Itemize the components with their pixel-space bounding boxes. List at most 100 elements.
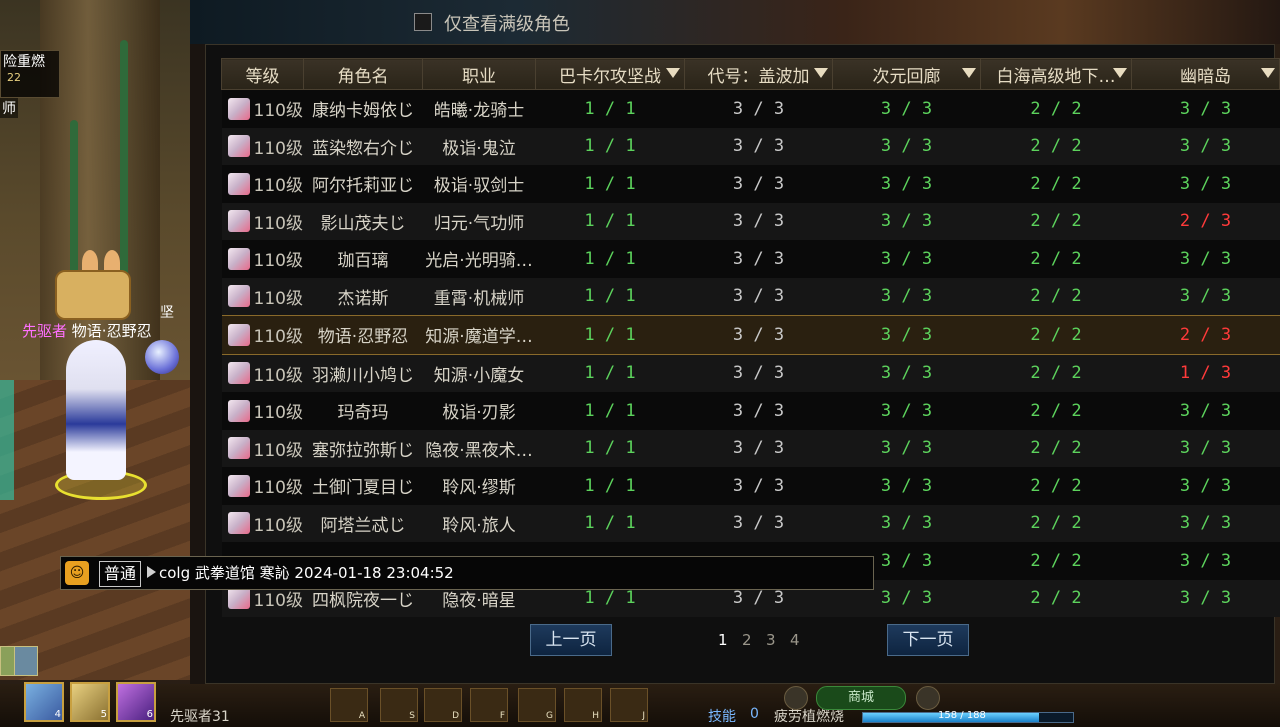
portal-glow	[0, 380, 14, 500]
header-level[interactable]: 等级	[221, 58, 304, 90]
character-avatar-icon	[227, 247, 250, 270]
dropdown-arrow-icon[interactable]	[814, 68, 828, 78]
dungeon-info: 险重燃 22	[0, 50, 60, 98]
character-avatar-icon	[227, 97, 250, 120]
cell-dungeon-2: 3 / 3	[684, 165, 833, 203]
table-row[interactable]: 110级 玛奇玛 极诣·刃影 1 / 13 / 33 / 32 / 23 / 3	[221, 392, 1280, 430]
skill-key: F	[499, 711, 505, 721]
job-fragment: 师	[0, 98, 18, 118]
full-level-only-label[interactable]: 仅查看满级角色	[444, 10, 570, 36]
header-dungeon-4[interactable]: 白海高级地下…	[980, 58, 1132, 90]
cell-dungeon-4: 2 / 2	[980, 165, 1132, 203]
table-row[interactable]: 110级 影山茂夫じ 归元·气功师 1 / 13 / 33 / 32 / 22 / 3	[221, 202, 1280, 240]
cell-job: 知源·小魔女	[422, 354, 536, 392]
table-row[interactable]: 110级 蓝染惣右介じ 极诣·鬼泣 1 / 13 / 33 / 32 / 23 / 3	[221, 127, 1280, 165]
grid-menu-button[interactable]	[916, 686, 940, 710]
header-dungeon-2-label: 代号：盖波加	[707, 66, 810, 87]
chat-channel[interactable]: 普通	[99, 561, 142, 587]
skill-key: H	[592, 711, 599, 721]
cell-dungeon-1: 1 / 1	[535, 127, 685, 165]
skill-label[interactable]: 技能	[708, 706, 736, 726]
level-text: 110级	[253, 176, 303, 197]
header-dungeon-3-label: 次元回廊	[872, 66, 941, 87]
header-dungeon-3[interactable]: 次元回廊	[832, 58, 981, 90]
cell-job: 极诣·刃影	[422, 392, 536, 430]
player-name: 物语·忍野忍	[71, 322, 152, 340]
page-4[interactable]: 4	[790, 631, 814, 649]
cell-dungeon-3: 3 / 3	[832, 202, 981, 240]
skill-slot-f[interactable]: F	[470, 688, 508, 722]
table-row[interactable]: 110级 物语·忍野忍 知源·魔道学… 1 / 13 / 33 / 32 / 22 /…	[221, 315, 1280, 355]
header-dungeon-5[interactable]: 幽暗岛	[1131, 58, 1280, 90]
crystal-orb	[145, 340, 179, 374]
table-row[interactable]: 110级 珈百璃 光启·光明骑… 1 / 13 / 33 / 32 / 23 / 3	[221, 240, 1280, 278]
table-row[interactable]: 110级 羽濑川小鸠じ 知源·小魔女 1 / 13 / 33 / 32 / 21 / …	[221, 354, 1280, 392]
dropdown-arrow-icon[interactable]	[962, 68, 976, 78]
table-row[interactable]: 110级 康纳卡姆依じ 皓曦·龙骑士 1 / 13 / 33 / 32 / 23 / …	[221, 89, 1280, 128]
level-text: 110级	[253, 138, 303, 159]
cell-name: 蓝染惣右介じ	[303, 127, 423, 165]
cell-job: 聆风·旅人	[422, 504, 536, 542]
cell-dungeon-1: 1 / 1	[535, 504, 685, 542]
chat-emote-icon[interactable]: ☺	[65, 561, 89, 585]
dropdown-arrow-icon[interactable]	[1113, 68, 1127, 78]
level-text: 110级	[253, 327, 303, 348]
player-nameplate: 先驱者 物语·忍野忍	[22, 320, 152, 341]
skill-slot-j[interactable]: J	[610, 688, 648, 722]
cell-dungeon-5: 2 / 3	[1131, 202, 1280, 240]
table-row[interactable]: 110级 阿尔托莉亚じ 极诣·驭剑士 1 / 13 / 33 / 32 / 23 / …	[221, 165, 1280, 203]
skill-slot-g[interactable]: G	[518, 688, 556, 722]
cell-dungeon-2: 3 / 3	[684, 467, 833, 505]
vine	[120, 40, 128, 280]
page-1[interactable]: 1	[718, 631, 742, 649]
dropdown-arrow-icon[interactable]	[666, 68, 680, 78]
cell-dungeon-3: 3 / 3	[832, 392, 981, 430]
cell-dungeon-2: 3 / 3	[684, 89, 833, 128]
level-text: 110级	[253, 403, 303, 424]
cell-dungeon-5: 3 / 3	[1131, 467, 1280, 505]
table-row[interactable]: 110级 阿塔兰忒じ 聆风·旅人 1 / 13 / 33 / 32 / 23 / 3	[221, 504, 1280, 542]
skill-slot-a[interactable]: A	[330, 688, 368, 722]
buff-icon	[14, 646, 38, 676]
header-name[interactable]: 角色名	[303, 58, 423, 90]
table-row[interactable]: 110级 土御门夏目じ 聆风·缪斯 1 / 13 / 33 / 32 / 23 / 3	[221, 467, 1280, 505]
cell-name: 康纳卡姆依じ	[303, 89, 423, 128]
skill-slot-s[interactable]: S	[380, 688, 418, 722]
next-page-button[interactable]: 下一页	[887, 624, 969, 656]
level-text: 110级	[253, 101, 303, 122]
item-slot-5[interactable]: 5	[70, 682, 110, 722]
cell-name: 物语·忍野忍	[303, 315, 423, 355]
chat-bar[interactable]: ☺ 普通 colg 武拳道馆 寒訫 2024-01-18 23:04:52	[60, 556, 874, 590]
header-dungeon-1[interactable]: 巴卡尔攻坚战	[535, 58, 685, 90]
header-dungeon-2[interactable]: 代号：盖波加	[684, 58, 833, 90]
skill-key: G	[546, 711, 553, 721]
character-avatar-icon	[227, 437, 250, 460]
skill-slot-h[interactable]: H	[564, 688, 602, 722]
menu-round-button[interactable]	[784, 686, 808, 710]
cell-dungeon-1: 1 / 1	[535, 429, 685, 467]
page-3[interactable]: 3	[766, 631, 790, 649]
table-row[interactable]: 110级 杰诺斯 重霄·机械师 1 / 13 / 33 / 32 / 23 / 3	[221, 277, 1280, 316]
cell-job: 聆风·缪斯	[422, 467, 536, 505]
player-character[interactable]	[66, 340, 126, 480]
header-job[interactable]: 职业	[422, 58, 536, 90]
item-slot-4[interactable]: 4	[24, 682, 64, 722]
cell-dungeon-4: 2 / 2	[980, 429, 1132, 467]
full-level-only-checkbox[interactable]	[414, 13, 432, 31]
dropdown-arrow-icon[interactable]	[1261, 68, 1275, 78]
character-avatar-icon	[227, 135, 250, 158]
character-avatar-icon	[227, 285, 250, 308]
cell-dungeon-5: 3 / 3	[1131, 579, 1280, 617]
slot-key: 6	[146, 709, 153, 720]
cell-dungeon-1: 1 / 1	[535, 354, 685, 392]
table-row[interactable]: 110级 塞弥拉弥斯じ 隐夜·黑夜术… 1 / 13 / 33 / 32 / 23 /…	[221, 429, 1280, 467]
shop-button[interactable]: 商城	[816, 686, 906, 710]
cell-dungeon-2: 3 / 3	[684, 392, 833, 430]
page-2[interactable]: 2	[742, 631, 766, 649]
cell-dungeon-1: 1 / 1	[535, 315, 685, 355]
skill-slot-d[interactable]: D	[424, 688, 462, 722]
prev-page-button[interactable]: 上一页	[530, 624, 612, 656]
item-slot-6[interactable]: 6	[116, 682, 156, 722]
header-dungeon-4-label: 白海高级地下…	[996, 66, 1116, 87]
cell-dungeon-5: 3 / 3	[1131, 504, 1280, 542]
